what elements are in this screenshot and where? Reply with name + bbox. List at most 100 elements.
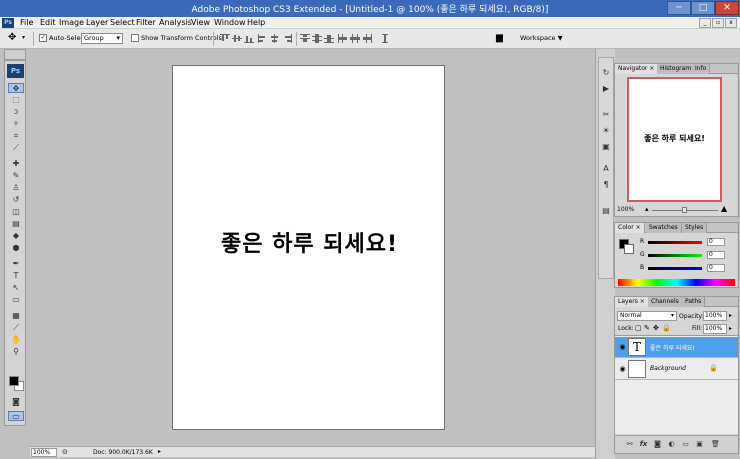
auto-select-dropdown[interactable]: Group <box>81 33 123 44</box>
lock-pixels-icon[interactable]: ✎ <box>644 324 650 332</box>
doc-restore-button[interactable]: ▫ <box>712 18 724 28</box>
menu-help[interactable]: Help <box>247 17 265 29</box>
tab-channels[interactable]: Channels <box>648 297 683 307</box>
clone-source-icon[interactable]: ▣ <box>601 142 611 152</box>
fill-arrow-icon[interactable]: ▸ <box>729 325 732 332</box>
actions-icon[interactable]: ▶ <box>601 84 611 94</box>
status-menu-icon[interactable]: ⊙ <box>62 448 68 456</box>
layer-name[interactable]: Background <box>650 365 686 372</box>
align-left-icon[interactable] <box>258 34 268 43</box>
tools-panel-grip[interactable] <box>4 49 26 60</box>
zoom-in-icon[interactable]: ▲ <box>721 204 727 213</box>
blue-value-input[interactable]: 0 <box>707 264 725 272</box>
eyedropper-icon[interactable]: ⟋ <box>8 323 24 333</box>
new-layer-icon[interactable]: ▣ <box>695 440 704 449</box>
lock-position-icon[interactable]: ✥ <box>653 324 659 332</box>
eraser-icon[interactable]: ◫ <box>8 207 24 217</box>
align-top-icon[interactable] <box>220 34 230 43</box>
move-tool-preset-icon[interactable]: ✥ <box>8 32 16 43</box>
shape-icon[interactable]: ▭ <box>8 295 24 305</box>
menu-layer[interactable]: Layer <box>86 17 108 29</box>
blue-slider[interactable] <box>648 267 702 270</box>
align-bottom-icon[interactable] <box>244 34 254 43</box>
gradient-icon[interactable]: ▤ <box>8 219 24 229</box>
navigator-zoom-slider-handle[interactable] <box>682 207 687 213</box>
zoom-input[interactable]: 100% <box>31 448 57 457</box>
menu-select[interactable]: Select <box>110 17 135 29</box>
align-right-icon[interactable] <box>282 34 292 43</box>
opacity-input[interactable]: 100% <box>703 311 727 321</box>
layer-name[interactable]: 좋은 하루 되세요! <box>650 343 695 352</box>
layer-comps-icon[interactable]: ▤ <box>601 206 611 216</box>
workspace-menu[interactable]: Workspace ▼ <box>520 34 563 42</box>
adjustment-layer-icon[interactable]: ◐ <box>667 440 676 449</box>
distribute-top-icon[interactable] <box>300 34 310 43</box>
quick-mask-icon[interactable]: ◙ <box>8 397 24 407</box>
tool-presets-icon[interactable]: ✂ <box>601 110 611 120</box>
color-spectrum-bar[interactable] <box>618 279 735 286</box>
brushes-icon[interactable]: ☀ <box>601 126 611 136</box>
status-arrow-icon[interactable]: ▸ <box>158 448 161 455</box>
document-canvas[interactable]: 좋은 하루 되세요! <box>172 65 445 430</box>
zoom-out-icon[interactable]: ▴ <box>645 205 649 213</box>
paragraph-icon[interactable]: ¶ <box>601 180 611 190</box>
lock-all-icon[interactable]: 🔒 <box>662 324 671 332</box>
healing-icon[interactable]: ✚ <box>8 159 24 169</box>
new-group-icon[interactable]: ▭ <box>681 440 690 449</box>
menu-view[interactable]: View <box>191 17 210 29</box>
align-middle-icon[interactable] <box>232 34 242 43</box>
menu-window[interactable]: Window <box>214 17 246 29</box>
bridge-icon[interactable]: ▆ <box>496 33 503 43</box>
auto-align-icon[interactable] <box>380 34 390 43</box>
green-value-input[interactable]: 0 <box>707 251 725 259</box>
green-slider[interactable] <box>648 254 702 257</box>
navigator-zoom-value[interactable]: 100% <box>617 206 634 213</box>
tab-paths[interactable]: Paths <box>682 297 706 307</box>
menu-file[interactable]: File <box>20 17 33 29</box>
distribute-left-icon[interactable] <box>338 34 348 43</box>
pen-icon[interactable]: ✒ <box>8 259 24 269</box>
zoom-icon[interactable]: ⚲ <box>8 347 24 357</box>
visibility-eye-icon[interactable]: ◉ <box>618 343 627 351</box>
magic-wand-icon[interactable]: ✧ <box>8 119 24 129</box>
brush-icon[interactable]: ✎ <box>8 171 24 181</box>
visibility-eye-icon[interactable]: ◉ <box>618 365 627 373</box>
navigator-preview[interactable]: 좋은 하루 되세요! <box>627 77 722 202</box>
minimize-button[interactable]: ─ <box>667 1 691 15</box>
tab-swatches[interactable]: Swatches <box>646 223 682 233</box>
layer-row-text[interactable]: ◉ T 좋은 하루 되세요! <box>615 337 738 358</box>
move-icon[interactable]: ✥ <box>8 83 24 93</box>
doc-minimize-button[interactable]: _ <box>699 18 711 28</box>
canvas-text-layer[interactable]: 좋은 하루 되세요! <box>173 226 446 258</box>
tab-styles[interactable]: Styles <box>682 223 708 233</box>
distribute-center-icon[interactable] <box>350 34 360 43</box>
character-icon[interactable]: A <box>601 164 611 174</box>
layer-row-background[interactable]: ◉ Background 🔒 <box>615 359 738 380</box>
chevron-down-icon[interactable]: ▾ <box>22 34 25 41</box>
tab-layers[interactable]: Layers × <box>615 297 649 307</box>
menu-analysis[interactable]: Analysis <box>159 17 192 29</box>
hand-icon[interactable]: ✋ <box>8 335 24 345</box>
distribute-right-icon[interactable] <box>362 34 372 43</box>
fill-input[interactable]: 100% <box>703 324 727 334</box>
doc-close-button[interactable]: x <box>725 18 737 28</box>
notes-icon[interactable]: ▦ <box>8 311 24 321</box>
app-icon[interactable]: Ps <box>2 18 14 28</box>
mask-icon[interactable]: ◙ <box>653 440 662 449</box>
fx-icon[interactable]: fx <box>639 440 648 449</box>
tab-info[interactable]: Info <box>692 64 711 74</box>
menu-filter[interactable]: Filter <box>136 17 156 29</box>
opacity-arrow-icon[interactable]: ▸ <box>729 312 732 319</box>
foreground-color-swatch[interactable] <box>9 376 19 386</box>
auto-select-checkbox[interactable]: ✓ <box>39 34 47 42</box>
align-center-icon[interactable] <box>270 34 280 43</box>
link-layers-icon[interactable]: ⚯ <box>625 440 634 449</box>
background-swatch[interactable] <box>624 244 634 254</box>
slice-icon[interactable]: ⟋ <box>8 143 24 153</box>
maximize-button[interactable]: □ <box>691 1 715 15</box>
distribute-middle-icon[interactable] <box>312 34 322 43</box>
history-icon[interactable]: ↻ <box>601 68 611 78</box>
screen-mode-icon[interactable]: ▭ <box>8 411 24 421</box>
history-brush-icon[interactable]: ↺ <box>8 195 24 205</box>
tab-histogram[interactable]: Histogram <box>657 64 696 74</box>
